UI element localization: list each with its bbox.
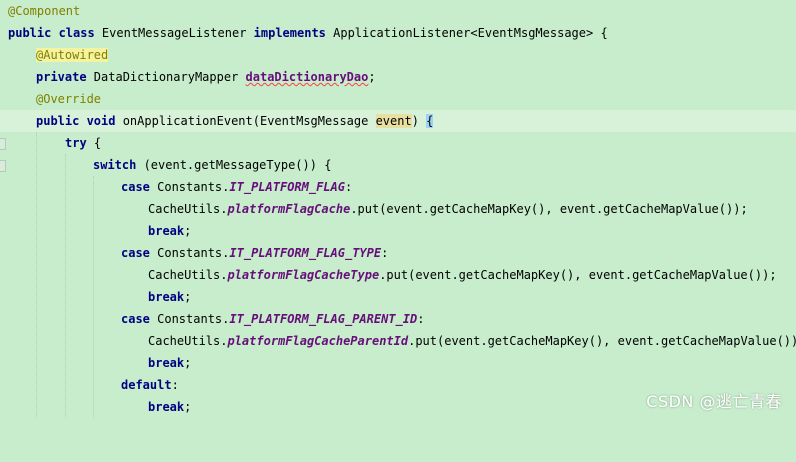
code-text: ; (368, 70, 376, 84)
code-text: DataDictionaryMapper (86, 70, 246, 84)
code-text: ) (411, 114, 427, 128)
static-field-token: IT_PLATFORM_FLAG_PARENT_ID (229, 312, 418, 326)
code-text: : (381, 246, 389, 260)
keyword-token: public void (36, 114, 116, 128)
keyword-token: case (121, 180, 150, 194)
code-text: onApplicationEvent(EventMsgMessage (115, 114, 376, 128)
static-field-token: platformFlagCacheParentId (227, 334, 409, 348)
code-line[interactable]: CacheUtils.platformFlagCacheType.put(eve… (0, 264, 796, 286)
code-text: Constants. (149, 246, 230, 260)
code-editor[interactable]: @Component public class EventMessageList… (0, 0, 796, 418)
matched-brace: { (426, 114, 434, 128)
code-text: : (171, 378, 179, 392)
keyword-token: public class (8, 26, 95, 40)
code-text: CacheUtils. (148, 202, 228, 216)
code-line[interactable]: break; (0, 220, 796, 242)
code-text: { (86, 136, 102, 150)
keyword-token: switch (93, 158, 137, 172)
watermark: CSDN @逃亡青春 (646, 392, 782, 411)
keyword-token: break (148, 400, 185, 414)
code-line[interactable]: break; (0, 286, 796, 308)
static-field-token: platformFlagCacheType (227, 268, 380, 282)
code-text: CacheUtils. (148, 334, 228, 348)
code-text: Constants. (149, 180, 230, 194)
annotation-token: @Autowired (36, 48, 109, 62)
code-text: ; (184, 400, 192, 414)
code-text: .put(event.getCacheMapKey(), event.getCa… (408, 334, 796, 348)
code-line[interactable]: switch (event.getMessageType()) { (0, 154, 796, 176)
code-line[interactable]: case Constants.IT_PLATFORM_FLAG_TYPE: (0, 242, 796, 264)
field-token: dataDictionaryDao (245, 70, 369, 84)
current-code-line[interactable]: public void onApplicationEvent(EventMsgM… (0, 110, 796, 132)
code-text: ; (184, 224, 192, 238)
static-field-token: platformFlagCache (227, 202, 351, 216)
parameter-token: event (375, 114, 412, 128)
code-line[interactable]: @Override (0, 88, 796, 110)
code-text: EventMessageListener (94, 26, 254, 40)
code-line[interactable]: CacheUtils.platformFlagCacheParentId.put… (0, 330, 796, 352)
code-line[interactable]: public class EventMessageListener implem… (0, 22, 796, 44)
keyword-token: break (148, 356, 185, 370)
code-text: CacheUtils. (148, 268, 228, 282)
code-text: (event.getMessageType()) { (136, 158, 332, 172)
code-line[interactable]: case Constants.IT_PLATFORM_FLAG: (0, 176, 796, 198)
annotation-token: @Component (8, 4, 81, 18)
code-line[interactable]: @Autowired (0, 44, 796, 66)
code-text: ; (184, 290, 192, 304)
code-text: : (344, 180, 353, 194)
code-line[interactable]: @Component (0, 0, 796, 22)
keyword-token: try (65, 136, 87, 150)
static-field-token: IT_PLATFORM_FLAG (229, 180, 345, 194)
code-text: : (417, 312, 425, 326)
code-line[interactable]: break; (0, 352, 796, 374)
keyword-token: private (36, 70, 87, 84)
code-line[interactable]: CacheUtils.platformFlagCache.put(event.g… (0, 198, 796, 220)
code-text: ApplicationListener<EventMsgMessage> { (325, 26, 608, 40)
code-text: ; (184, 356, 192, 370)
code-line[interactable]: private DataDictionaryMapper dataDiction… (0, 66, 796, 88)
code-text: .put(event.getCacheMapKey(), event.getCa… (379, 268, 777, 282)
keyword-token: implements (253, 26, 326, 40)
keyword-token: break (148, 290, 185, 304)
static-field-token: IT_PLATFORM_FLAG_TYPE (229, 246, 382, 260)
code-line[interactable]: case Constants.IT_PLATFORM_FLAG_PARENT_I… (0, 308, 796, 330)
code-text: Constants. (149, 312, 230, 326)
code-text: .put(event.getCacheMapKey(), event.getCa… (350, 202, 748, 216)
keyword-token: case (121, 246, 150, 260)
keyword-token: break (148, 224, 185, 238)
keyword-token: default (121, 378, 172, 392)
keyword-token: case (121, 312, 150, 326)
annotation-token: @Override (36, 92, 102, 106)
code-line[interactable]: try { (0, 132, 796, 154)
